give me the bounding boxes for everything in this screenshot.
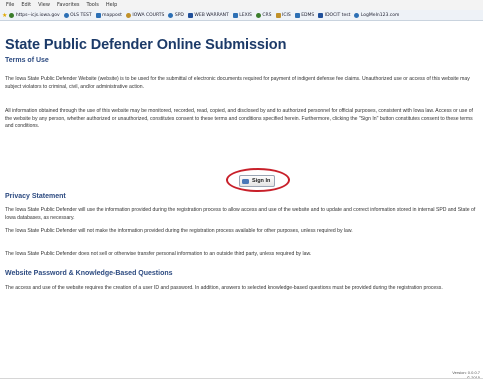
- privacy-heading: Privacy Statement: [5, 193, 66, 200]
- favorite-link[interactable]: https--icjs.iowa.gov: [9, 12, 60, 18]
- password-paragraph-1: The access and use of the website requir…: [5, 285, 443, 291]
- favorite-link[interactable]: LEXIS: [232, 12, 252, 18]
- globe-icon: [168, 12, 174, 18]
- favorite-link[interactable]: IDOCIT test: [318, 12, 350, 18]
- favorite-link[interactable]: EDMS: [294, 12, 314, 18]
- page-title: State Public Defender Online Submission: [5, 37, 287, 53]
- privacy-paragraph-1: The Iowa State Public Defender will use …: [5, 207, 476, 221]
- menu-help[interactable]: Help: [106, 2, 117, 8]
- globe-icon: [255, 12, 261, 18]
- favorites-star-icon[interactable]: ★: [2, 12, 7, 19]
- favorite-link[interactable]: CRS: [255, 12, 272, 18]
- favorite-link[interactable]: WEB WARRANT: [187, 12, 229, 18]
- favorite-link[interactable]: IOWA COURTS: [125, 12, 164, 18]
- sign-in-icon: [242, 178, 249, 184]
- favorite-link[interactable]: OLS TEST: [63, 12, 92, 18]
- favorites-bar: ★ https--icjs.iowa.gov OLS TEST mappost …: [0, 10, 483, 21]
- favorite-link[interactable]: mappost: [95, 12, 122, 18]
- privacy-paragraph-2: The Iowa State Public Defender will not …: [5, 228, 353, 234]
- favorite-link[interactable]: SPD: [168, 12, 184, 18]
- globe-icon: [9, 12, 15, 18]
- signin-area: Sign In: [226, 168, 290, 192]
- terms-heading: Terms of Use: [5, 57, 49, 64]
- menu-view[interactable]: View: [38, 2, 50, 8]
- password-heading: Website Password & Knowledge-Based Quest…: [5, 270, 173, 277]
- folder-icon: [95, 12, 101, 18]
- status-divider: [0, 378, 483, 379]
- menu-edit[interactable]: Edit: [21, 2, 31, 8]
- privacy-paragraph-3: The Iowa State Public Defender does not …: [5, 251, 312, 257]
- globe-icon: [354, 12, 360, 18]
- menu-file[interactable]: File: [6, 2, 14, 8]
- sign-in-label: Sign In: [252, 178, 271, 184]
- menu-tools[interactable]: Tools: [87, 2, 99, 8]
- page-icon: [318, 12, 324, 18]
- sign-in-button[interactable]: Sign In: [239, 175, 276, 187]
- menu-favorites[interactable]: Favorites: [57, 2, 80, 8]
- page-icon: [187, 12, 193, 18]
- terms-paragraph-2: All information obtained through the use…: [5, 108, 473, 130]
- page-icon: [294, 12, 300, 18]
- seal-icon: [125, 12, 131, 18]
- favorite-link[interactable]: LogMeIn123.com: [354, 12, 399, 18]
- page-icon: [232, 12, 238, 18]
- menu-bar: File Edit View Favorites Tools Help: [0, 0, 483, 10]
- globe-icon: [63, 12, 69, 18]
- terms-paragraph-1: The Iowa State Public Defender Website (…: [5, 76, 470, 90]
- favorite-link[interactable]: ICIS: [275, 12, 291, 18]
- feather-icon: [275, 12, 281, 18]
